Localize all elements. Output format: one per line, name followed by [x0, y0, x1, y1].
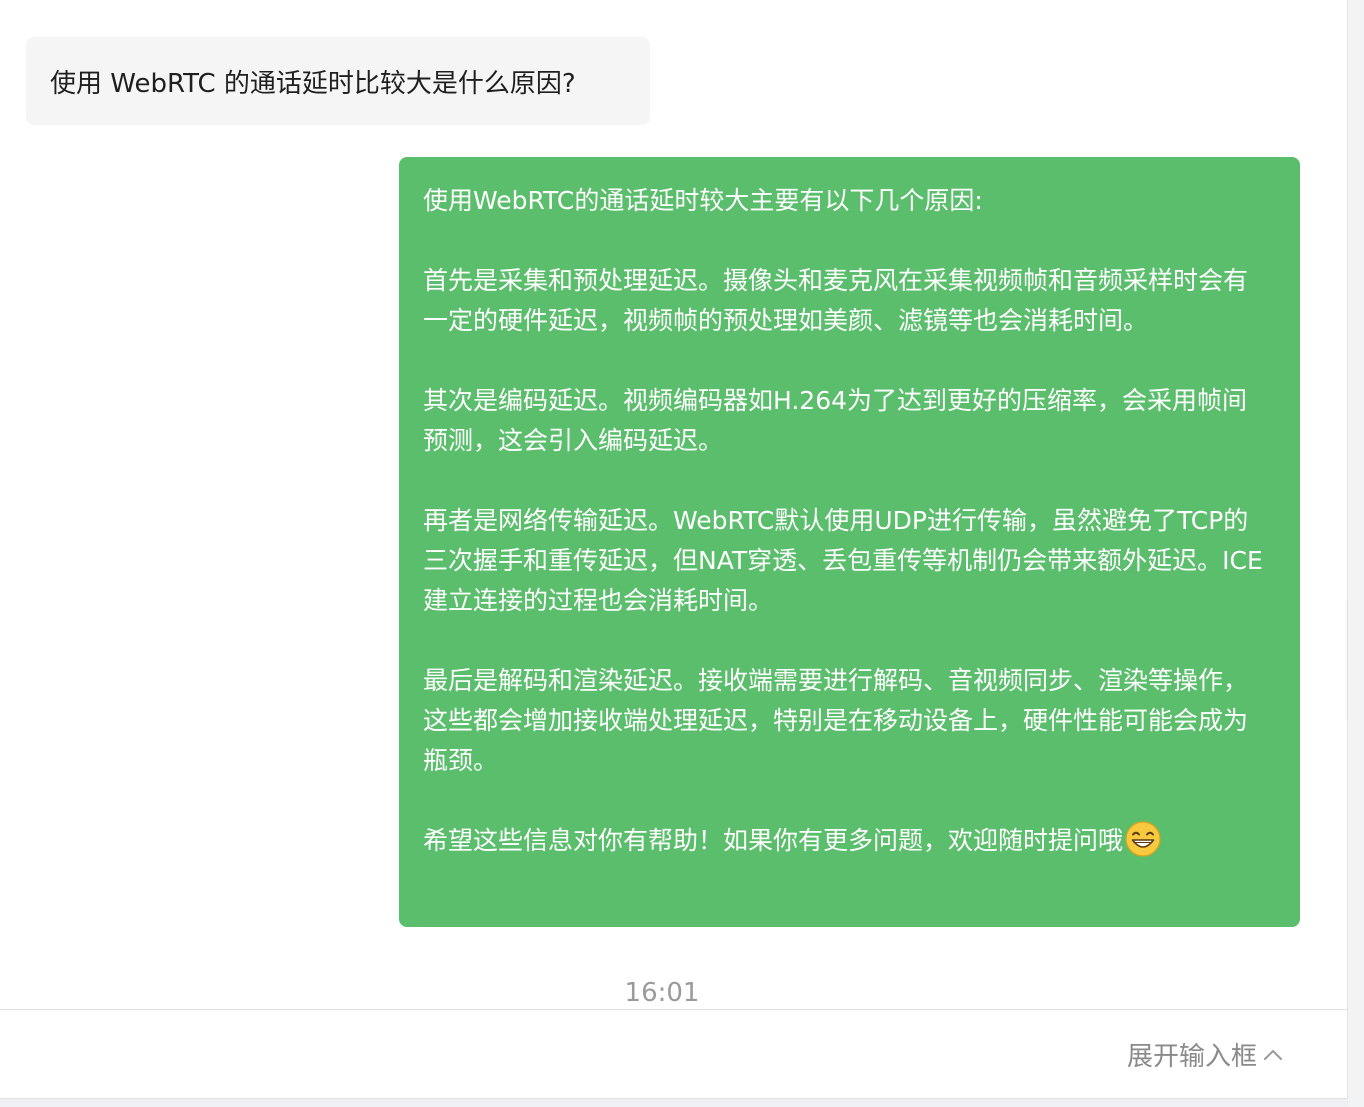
reply-paragraph-encoding: 其次是编码延迟。视频编码器如H.264为了达到更好的压缩率，会采用帧间预测，这会… — [423, 386, 1248, 455]
reply-message-bubble: 使用WebRTC的通话延时较大主要有以下几个原因: 首先是采集和预处理延迟。摄像… — [399, 157, 1300, 927]
reply-paragraph-closing: 希望这些信息对你有帮助！如果你有更多问题，欢迎随时提问哦 — [423, 821, 1272, 861]
message-timestamp: 16:01 — [624, 978, 700, 1008]
expand-input-button[interactable]: 展开输入框 — [1127, 1036, 1283, 1073]
chat-window: 使用 WebRTC 的通话延时比较大是什么原因? 使用WebRTC的通话延时较大… — [0, 0, 1348, 1099]
user-message-bubble: 使用 WebRTC 的通话延时比较大是什么原因? — [26, 37, 650, 125]
user-message-text: 使用 WebRTC 的通话延时比较大是什么原因? — [50, 68, 576, 99]
reply-paragraph-intro: 使用WebRTC的通话延时较大主要有以下几个原因: — [423, 186, 983, 215]
reply-paragraph-decoding: 最后是解码和渲染延迟。接收端需要进行解码、音视频同步、渲染等操作，这些都会增加接… — [423, 666, 1249, 775]
input-divider — [0, 1009, 1348, 1010]
page-background-edge — [1348, 0, 1364, 1107]
reply-paragraph-capture: 首先是采集和预处理延迟。摄像头和麦克风在采集视频帧和音频采样时会有一定的硬件延迟… — [423, 266, 1249, 335]
reply-paragraph-network: 再者是网络传输延迟。WebRTC默认使用UDP进行传输，虽然避免了TCP的三次握… — [423, 506, 1263, 615]
chevron-up-icon — [1264, 1049, 1282, 1060]
reply-closing-text: 希望这些信息对你有帮助！如果你有更多问题，欢迎随时提问哦 — [423, 826, 1124, 855]
expand-input-label: 展开输入框 — [1126, 1042, 1257, 1072]
grinning-face-emoji-icon — [1125, 821, 1161, 857]
